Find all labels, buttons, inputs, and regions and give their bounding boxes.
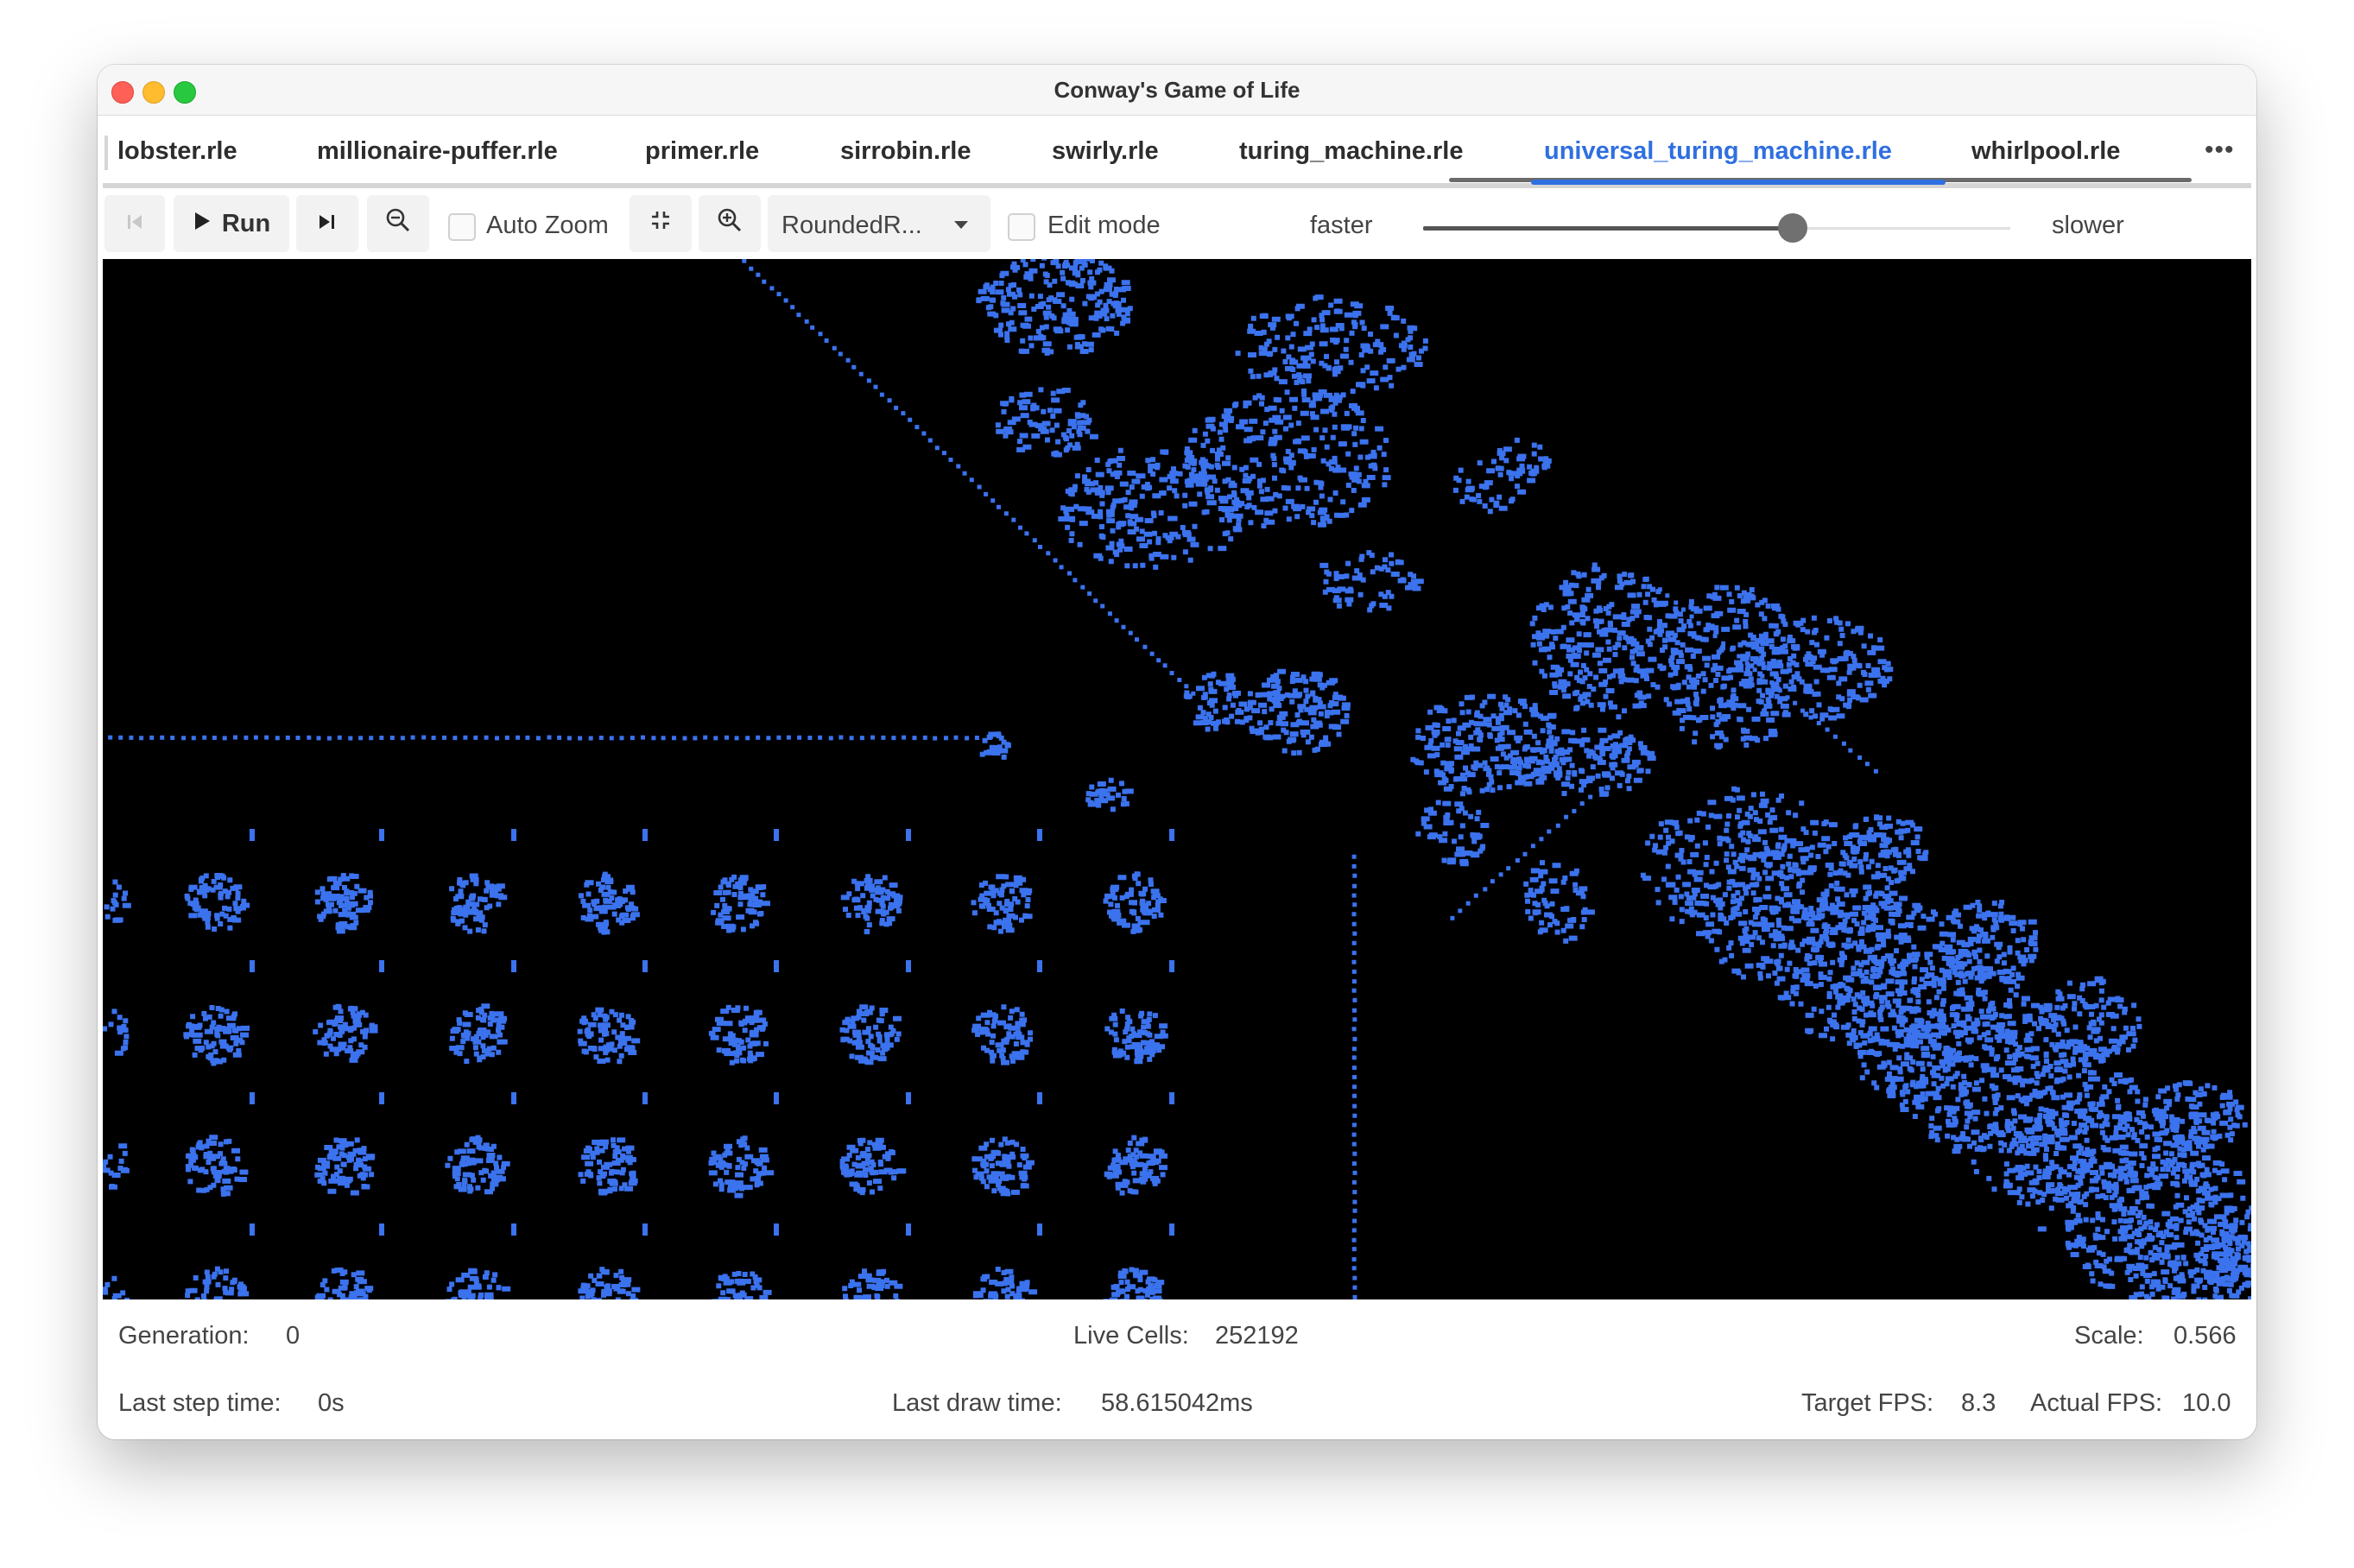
run-button[interactable]: Run (174, 195, 289, 252)
toolbar: Run Auto Zoom RoundedR... Edit mode fast… (98, 188, 2256, 257)
play-icon (193, 210, 212, 238)
actual-fps-value: 10.0 (2182, 1389, 2231, 1417)
tab-primer[interactable]: primer.rle (645, 137, 759, 166)
speed-slider-fill (1423, 226, 1794, 231)
edit-mode-checkbox[interactable] (1008, 213, 1035, 241)
last-draw-time-value: 58.615042ms (1101, 1389, 1253, 1417)
last-step-time-value: 0s (318, 1389, 345, 1417)
last-step-time-label: Last step time: (118, 1389, 282, 1417)
tab-millionaire-puffer[interactable]: millionaire-puffer.rle (317, 137, 558, 166)
tab-bar: lobster.rle millionaire-puffer.rle prime… (98, 116, 2256, 185)
life-canvas[interactable] (103, 259, 2251, 1299)
auto-zoom-checkbox[interactable] (448, 213, 476, 241)
zoom-in-icon (717, 207, 743, 240)
step-forward-icon (317, 210, 338, 238)
scale-label: Scale: (2074, 1322, 2144, 1350)
auto-zoom-label: Auto Zoom (486, 212, 609, 239)
live-cells-pattern (103, 259, 2251, 1299)
tab-sirrobin[interactable]: sirrobin.rle (840, 137, 971, 166)
tab-turing-machine[interactable]: turing_machine.rle (1239, 137, 1463, 166)
live-cells-label: Live Cells: (1073, 1322, 1189, 1350)
edit-mode-label: Edit mode (1047, 212, 1161, 239)
speed-slider-thumb[interactable] (1778, 213, 1808, 243)
window-title: Conway's Game of Life (1054, 77, 1300, 103)
slower-label: slower (2052, 212, 2124, 239)
zoom-in-button[interactable] (699, 195, 761, 252)
generation-label: Generation: (118, 1322, 250, 1350)
tab-whirlpool[interactable]: whirlpool.rle (1971, 137, 2120, 166)
actual-fps-label: Actual FPS: (2030, 1389, 2163, 1417)
target-fps-value: 8.3 (1961, 1389, 1996, 1417)
zoom-out-button[interactable] (367, 195, 429, 252)
active-tab-indicator (1531, 180, 1946, 185)
faster-label: faster (1310, 212, 1373, 239)
generation-value: 0 (286, 1322, 301, 1350)
tab-swirly[interactable]: swirly.rle (1052, 137, 1159, 166)
last-draw-time-label: Last draw time: (892, 1389, 1062, 1417)
tab-universal-turing-machine[interactable]: universal_turing_machine.rle (1544, 137, 1892, 166)
title-bar: Conway's Game of Life (98, 65, 2256, 116)
life-cells (103, 259, 2251, 1299)
fit-to-view-icon (649, 209, 672, 238)
app-window: Conway's Game of Life lobster.rle millio… (98, 65, 2256, 1439)
reset-button[interactable] (104, 195, 165, 252)
renderer-select[interactable]: RoundedR... (768, 195, 990, 252)
speed-slider[interactable] (1423, 213, 2010, 243)
scale-value: 0.566 (2174, 1322, 2237, 1350)
tab-bar-left-edge (104, 136, 108, 170)
renderer-select-value: RoundedR... (782, 212, 922, 239)
skip-to-start-icon (125, 210, 144, 238)
chevron-down-icon (954, 221, 968, 229)
zoom-out-icon (385, 207, 411, 240)
fit-to-view-button[interactable] (630, 195, 692, 252)
step-button[interactable] (296, 195, 358, 252)
live-cells-value: 252192 (1215, 1322, 1299, 1350)
tab-lobster[interactable]: lobster.rle (117, 137, 237, 166)
target-fps-label: Target FPS: (1801, 1389, 1934, 1417)
run-button-label: Run (221, 209, 271, 237)
more-horizontal-icon[interactable]: ••• (2205, 136, 2235, 165)
